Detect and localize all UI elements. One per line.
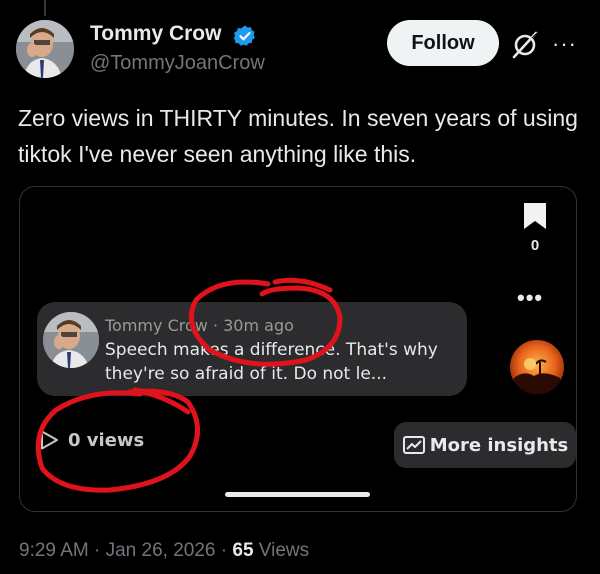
comment-meta: Tommy Crow · 30m ago <box>105 316 294 335</box>
comment-avatar <box>43 312 99 368</box>
verified-badge-icon <box>233 25 255 46</box>
views-row[interactable]: 0 views <box>38 429 144 451</box>
comment-author: Tommy Crow <box>105 316 208 335</box>
grok-icon[interactable] <box>510 30 540 60</box>
comment-bubble[interactable]: Tommy Crow · 30m ago Speech makes a diff… <box>37 302 467 396</box>
follow-button[interactable]: Follow <box>387 20 499 66</box>
post-views-count: 65 <box>232 540 254 561</box>
timestamp-separator: · <box>220 540 233 561</box>
home-indicator <box>225 492 370 497</box>
post-time: 9:29 AM <box>19 540 89 561</box>
avatar[interactable] <box>16 20 74 78</box>
comment-age: 30m ago <box>223 316 294 335</box>
bookmark-count: 0 <box>530 237 540 254</box>
insights-chart-icon <box>402 436 425 454</box>
thread-line <box>44 0 46 16</box>
music-disc-icon[interactable] <box>510 340 564 394</box>
play-icon <box>41 430 58 450</box>
card-more-icon[interactable]: ••• <box>517 285 543 311</box>
post-text: Zero views in THIRTY minutes. In seven y… <box>18 105 578 167</box>
post-timestamp[interactable]: 9:29 AM · Jan 26, 2026 · 65 Views <box>19 540 309 562</box>
post-date: Jan 26, 2026 <box>105 540 216 561</box>
more-icon[interactable]: ··· <box>552 31 577 57</box>
views-label: 0 views <box>68 429 145 451</box>
comment-text: Speech makes a difference. That's why th… <box>105 340 438 384</box>
bookmark-icon[interactable] <box>520 201 550 231</box>
handle[interactable]: @TommyJoanCrow <box>90 52 265 75</box>
timestamp-separator: · <box>94 540 106 561</box>
more-insights-label: More insights <box>429 434 569 456</box>
embedded-media-card[interactable]: 0 ••• Tommy Crow · 30m ago Speech makes … <box>19 186 577 512</box>
more-insights-button[interactable]: More insights <box>394 422 576 468</box>
comment-separator: · <box>212 316 224 335</box>
post-views-label: Views <box>258 540 310 561</box>
display-name[interactable]: Tommy Crow <box>90 22 221 46</box>
